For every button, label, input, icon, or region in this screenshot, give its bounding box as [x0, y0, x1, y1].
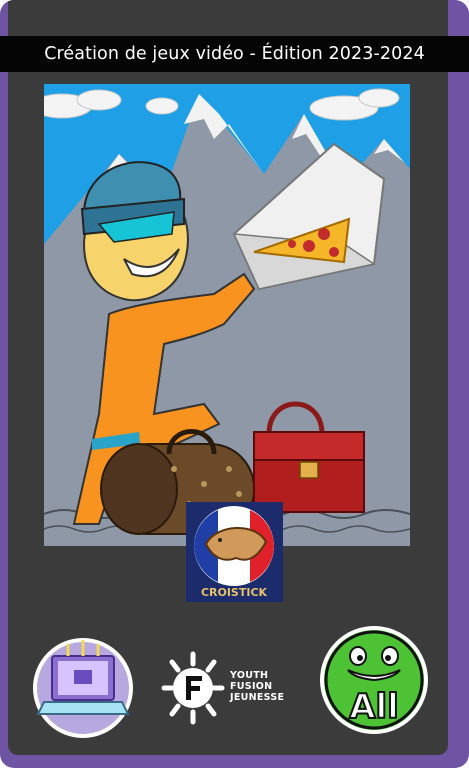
all-label-text: All [349, 687, 399, 727]
laptop-icon [30, 630, 136, 740]
all-monster-logo: All [318, 622, 430, 738]
badge-label: CROISTICK [201, 586, 268, 599]
fusion-line-2: FUSION [230, 681, 273, 692]
fusion-line-3: JEUNESSE [230, 692, 285, 703]
fusion-line-1: YOUTH [230, 670, 269, 681]
game-artwork [44, 84, 410, 546]
croistick-badge: CROISTICK [186, 502, 283, 602]
page-title: Création de jeux vidéo - Édition 2023-20… [0, 36, 469, 72]
logo-row: YOUTH FUSION JEUNESSE All [0, 610, 469, 760]
youth-fusion-text: YOUTH FUSION JEUNESSE [230, 670, 284, 703]
game-card: Création de jeux vidéo - Édition 2023-20… [0, 0, 469, 768]
youth-fusion-logo: YOUTH FUSION JEUNESSE [158, 648, 298, 728]
